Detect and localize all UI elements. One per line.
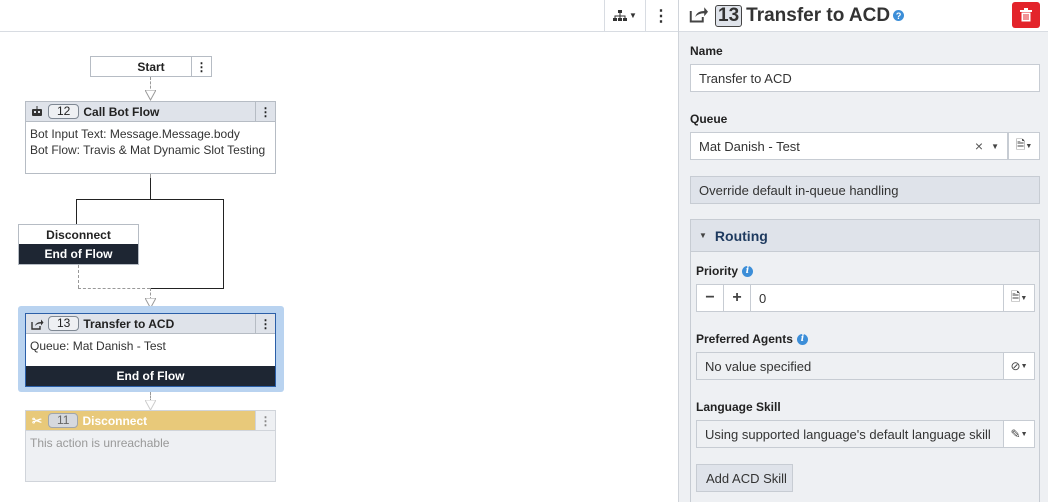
unreachable-note: This action is unreachable: [30, 436, 170, 450]
end-of-flow-label: End of Flow: [19, 244, 138, 264]
transfer-to-acd-node[interactable]: 13 Transfer to ACD ⋮ Queue: Mat Danish -…: [25, 313, 276, 387]
node-body: Queue: Mat Danish - Test: [26, 334, 275, 358]
preferred-agents-field[interactable]: No value specified: [696, 352, 1004, 380]
plus-icon: +: [732, 289, 742, 306]
caret-down-icon: ▼: [699, 231, 707, 240]
no-entry-icon: ⊘: [1010, 359, 1021, 373]
queue-summary: Queue: Mat Danish - Test: [30, 339, 166, 353]
architect-editor: ▼ ⋮ Start ⋮ 12 Call Bot Flow ⋮ Bot Input…: [0, 0, 1048, 502]
arrow-down-icon: [145, 90, 156, 101]
action-title: Transfer to ACD: [746, 4, 891, 26]
properties-panel: 13 Transfer to ACD ? Name Transfer to AC…: [678, 0, 1048, 502]
delete-button[interactable]: [1012, 2, 1040, 28]
robot-icon: [26, 106, 48, 117]
queue-label: Queue: [690, 112, 728, 126]
node-header: 12 Call Bot Flow ⋮: [26, 102, 275, 122]
end-of-flow-label: End of Flow: [26, 366, 275, 386]
expression-mode-button[interactable]: 🗎 ▼: [1003, 284, 1035, 312]
node-menu-button[interactable]: ⋮: [255, 102, 275, 121]
decrement-button[interactable]: −: [696, 284, 724, 312]
no-value-mode-button[interactable]: ⊘ ▼: [1003, 352, 1035, 380]
node-title: Call Bot Flow: [83, 104, 160, 119]
priority-input[interactable]: 0: [750, 284, 1004, 312]
expression-mode-button[interactable]: 🗎 ▼: [1008, 132, 1040, 160]
node-title: Transfer to ACD: [83, 316, 175, 331]
language-skill-label: Language Skill: [696, 400, 781, 414]
connector: [78, 265, 79, 288]
clear-icon[interactable]: ×: [975, 138, 983, 154]
canvas-toolbar: ▼ ⋮: [0, 0, 678, 32]
start-label: Start: [137, 59, 165, 74]
sitemap-icon: [613, 9, 628, 21]
panel-title: 13 Transfer to ACD ?: [715, 4, 905, 27]
chevron-down-icon[interactable]: ▼: [991, 142, 999, 151]
bot-input-text: Bot Input Text: Message.Message.body: [30, 127, 240, 141]
minus-icon: −: [705, 289, 715, 306]
connector: [150, 178, 151, 199]
document-icon: 🗎: [1010, 289, 1021, 304]
connector: [76, 199, 77, 224]
call-bot-flow-node[interactable]: 12 Call Bot Flow ⋮ Bot Input Text: Messa…: [25, 101, 276, 174]
add-acd-skill-button[interactable]: Add ACD Skill: [696, 464, 793, 492]
start-node[interactable]: Start ⋮: [90, 56, 212, 77]
canvas-menu-button[interactable]: ⋮: [646, 0, 676, 31]
chevron-down-icon: ▼: [629, 11, 637, 20]
disconnect-node[interactable]: Disconnect End of Flow: [18, 224, 139, 265]
chevron-down-icon: ▼: [1025, 142, 1033, 150]
language-skill-field[interactable]: Using supported language's default langu…: [696, 420, 1004, 448]
disconnect-title: Disconnect: [46, 228, 111, 242]
chevron-down-icon: ▼: [1020, 294, 1028, 302]
trash-icon: [1020, 8, 1032, 22]
layout-dropdown-button[interactable]: ▼: [605, 0, 645, 31]
bot-flow-name: Bot Flow: Travis & Mat Dynamic Slot Test…: [30, 143, 266, 157]
preferred-agents-label-text: Preferred Agents: [696, 332, 793, 346]
preferred-agents-label: Preferred Agents i: [696, 332, 808, 346]
override-queue-handling-button[interactable]: Override default in-queue handling: [690, 176, 1040, 204]
connector: [223, 199, 224, 289]
node-header: 13 Transfer to ACD ⋮: [26, 314, 275, 334]
info-icon[interactable]: i: [796, 333, 808, 345]
info-icon[interactable]: i: [742, 265, 754, 277]
name-field[interactable]: Transfer to ACD: [690, 64, 1040, 92]
increment-button[interactable]: +: [723, 284, 751, 312]
flow-canvas[interactable]: ▼ ⋮ Start ⋮ 12 Call Bot Flow ⋮ Bot Input…: [0, 0, 678, 502]
node-header: ✂ 11 Disconnect ⋮: [26, 411, 275, 431]
routing-title: Routing: [714, 227, 768, 244]
node-title: Disconnect: [82, 413, 148, 428]
name-label: Name: [690, 44, 723, 58]
edit-mode-button[interactable]: ✎ ▼: [1003, 420, 1035, 448]
help-icon[interactable]: ?: [893, 10, 905, 21]
queue-select[interactable]: Mat Danish - Test × ▼: [690, 132, 1008, 160]
node-number-badge: 11: [48, 413, 79, 428]
panel-header: 13 Transfer to ACD ?: [679, 0, 1048, 32]
node-number-badge: 13: [48, 316, 80, 331]
kebab-icon: ⋮: [653, 7, 669, 25]
connector: [150, 288, 224, 289]
node-number-badge: 12: [48, 104, 80, 119]
chevron-down-icon: ▼: [1020, 362, 1028, 370]
priority-label-text: Priority: [696, 264, 739, 278]
chevron-down-icon: ▼: [1020, 430, 1028, 438]
document-icon: 🗎: [1015, 137, 1026, 152]
share-icon: [26, 318, 48, 330]
node-body: Bot Input Text: Message.Message.body Bot…: [26, 122, 275, 162]
connector: [78, 288, 150, 289]
pencil-icon: ✎: [1010, 427, 1021, 441]
queue-value: Mat Danish - Test: [699, 138, 800, 154]
node-menu-button[interactable]: ⋮: [255, 411, 275, 430]
unreachable-disconnect-node[interactable]: ✂ 11 Disconnect ⋮ This action is unreach…: [25, 410, 276, 482]
share-icon: [689, 5, 709, 26]
connector: [76, 199, 224, 200]
priority-label: Priority i: [696, 264, 754, 278]
node-menu-button[interactable]: ⋮: [255, 314, 275, 333]
routing-header[interactable]: ▼ Routing: [691, 220, 1039, 252]
start-menu-button[interactable]: ⋮: [191, 57, 211, 76]
scissors-icon: ✂: [31, 413, 43, 428]
action-number: 13: [715, 4, 743, 27]
